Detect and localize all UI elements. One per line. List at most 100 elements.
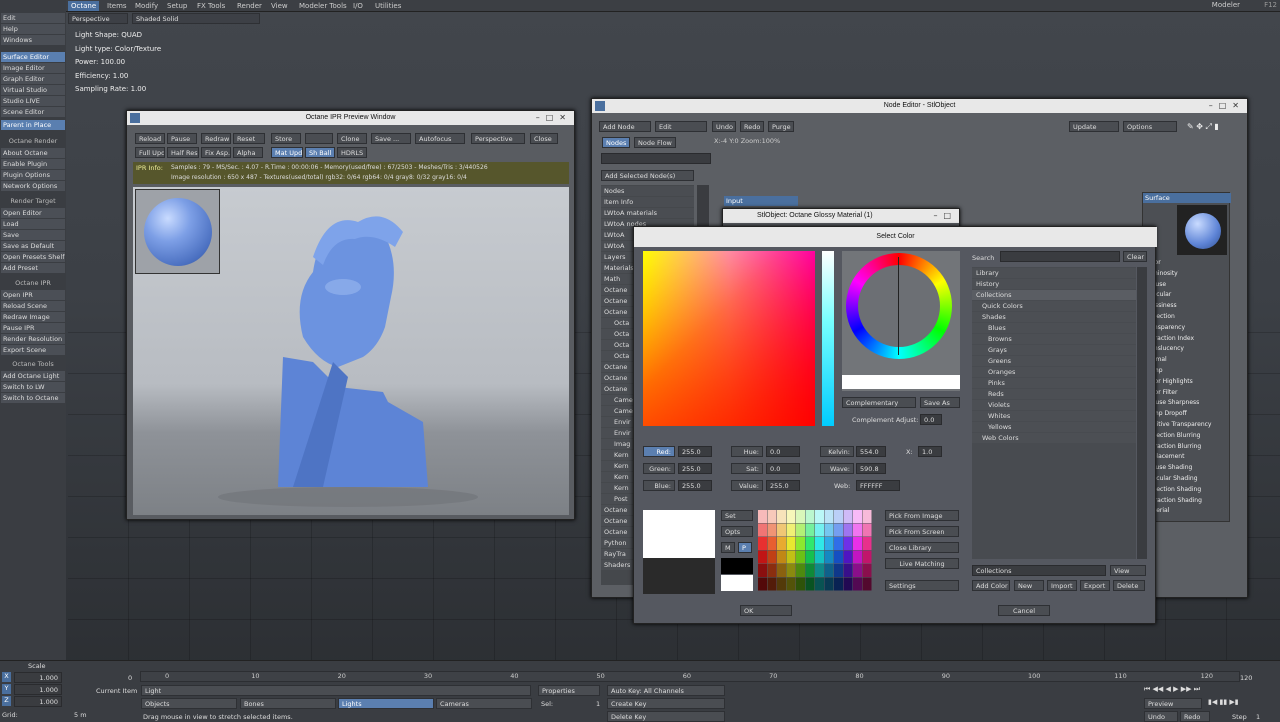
palette-swatch[interactable] xyxy=(805,577,815,591)
redo-button-bottom[interactable]: Redo xyxy=(1180,711,1210,722)
palette-swatch[interactable] xyxy=(862,577,872,591)
side-windows[interactable]: Windows xyxy=(1,35,65,45)
palette-swatch[interactable] xyxy=(862,550,872,564)
harmony-select[interactable]: Complementary xyxy=(842,397,916,408)
palette-swatch[interactable] xyxy=(758,523,767,537)
ipr-option-button[interactable]: HDRLS xyxy=(337,147,367,158)
menu-i-o[interactable]: I/O xyxy=(350,1,366,11)
ipr-option-button[interactable]: Half Res xyxy=(167,147,199,158)
palette-swatch[interactable] xyxy=(777,577,786,591)
library-item[interactable]: Browns xyxy=(972,334,1136,344)
palette-swatch[interactable] xyxy=(796,537,805,550)
surface-input[interactable]: Color Highlights xyxy=(1145,377,1229,388)
parent-in-place-button[interactable]: Parent in Place xyxy=(1,120,65,130)
autokey-select[interactable]: Auto Key: All Channels xyxy=(607,685,725,696)
sat-input[interactable]: 0.0 xyxy=(766,463,800,474)
x-axis-label[interactable]: X xyxy=(2,672,11,682)
playback-controls[interactable]: ⏮ ◀◀ ◀ ▶ ▶▶ ⏭ xyxy=(1144,685,1256,696)
palette-swatch[interactable] xyxy=(758,550,767,564)
scale-x-input[interactable]: 1.000 xyxy=(14,672,62,683)
side-command[interactable]: About Octane xyxy=(1,148,65,158)
green-input[interactable]: 255.0 xyxy=(678,463,712,474)
undo-button-bottom[interactable]: Undo xyxy=(1144,711,1178,722)
palette-swatch[interactable] xyxy=(796,564,805,577)
bones-button[interactable]: Bones xyxy=(240,698,336,709)
palette-swatch[interactable] xyxy=(805,537,815,550)
palette-swatch[interactable] xyxy=(758,510,767,523)
surface-input[interactable]: Reflection xyxy=(1145,312,1229,323)
palette-swatch[interactable] xyxy=(843,510,853,523)
surface-input[interactable]: Material xyxy=(1145,506,1229,517)
side-command[interactable]: Open Editor xyxy=(1,208,65,218)
palette-swatch[interactable] xyxy=(853,564,862,577)
update-button[interactable]: Update xyxy=(1069,121,1119,132)
palette-swatch[interactable] xyxy=(815,564,824,577)
ipr-toolbar-button[interactable]: Autofocus xyxy=(415,133,465,144)
lights-button[interactable]: Lights xyxy=(338,698,434,709)
render-view[interactable] xyxy=(133,187,569,515)
delete-button[interactable]: Delete xyxy=(1113,580,1145,591)
library-search-input[interactable] xyxy=(1000,251,1120,262)
palette-swatch[interactable] xyxy=(862,564,872,577)
ok-button[interactable]: OK xyxy=(740,605,792,616)
ipr-option-button[interactable]: Fix Asp. xyxy=(201,147,231,158)
side-command[interactable]: Open IPR xyxy=(1,290,65,300)
add-color-button[interactable]: Add Color xyxy=(972,580,1010,591)
z-axis-label[interactable]: Z xyxy=(2,696,11,706)
palette-swatch[interactable] xyxy=(815,577,824,591)
x-input[interactable]: 1.0 xyxy=(918,446,942,457)
surface-input[interactable]: Bump Dropoff xyxy=(1145,409,1229,420)
menu-octane[interactable]: Octane xyxy=(68,1,100,11)
save-as-button[interactable]: Save As xyxy=(920,397,960,408)
side-command[interactable]: Render Resolution xyxy=(1,334,65,344)
scale-y-input[interactable]: 1.000 xyxy=(14,684,62,695)
palette-swatch[interactable] xyxy=(843,577,853,591)
view-button[interactable]: View xyxy=(1110,565,1146,576)
palette-swatch[interactable] xyxy=(834,550,843,564)
palette-swatch[interactable] xyxy=(786,523,796,537)
side-command[interactable]: Export Scene xyxy=(1,345,65,355)
surface-input[interactable]: Diffuse Sharpness xyxy=(1145,398,1229,409)
color-wheel-panel[interactable] xyxy=(842,251,960,391)
window-controls[interactable]: –□✕ xyxy=(536,111,572,125)
window-controls[interactable]: –□✕ xyxy=(1209,99,1245,113)
menu-utilities[interactable]: Utilities xyxy=(372,1,404,11)
set-button[interactable]: Set xyxy=(721,510,753,521)
green-label[interactable]: Green: xyxy=(643,463,675,474)
side-command[interactable]: Save as Default xyxy=(1,241,65,251)
ipr-toolbar-button[interactable]: Pause xyxy=(167,133,197,144)
saturation-value-field[interactable] xyxy=(643,251,815,426)
surface-input[interactable]: Replacement xyxy=(1145,452,1229,463)
palette-swatch[interactable] xyxy=(786,564,796,577)
palette-swatch[interactable] xyxy=(796,523,805,537)
create-key-button[interactable]: Create Key xyxy=(607,698,725,709)
web-input[interactable]: FFFFFF xyxy=(856,480,900,491)
ipr-option-button[interactable]: Full Upd. xyxy=(135,147,165,158)
side-command[interactable]: Pause IPR xyxy=(1,323,65,333)
surface-input[interactable]: Glossiness xyxy=(1145,301,1229,312)
kelvin-label[interactable]: Kelvin: xyxy=(820,446,854,457)
ipr-toolbar-button[interactable]: Perspective xyxy=(471,133,525,144)
red-label[interactable]: Red: xyxy=(643,446,675,457)
value-label[interactable]: Value: xyxy=(731,480,763,491)
side-command[interactable]: Switch to LW xyxy=(1,382,65,392)
palette-swatch[interactable] xyxy=(796,550,805,564)
new-button[interactable]: New xyxy=(1014,580,1044,591)
collection-select[interactable]: Collections xyxy=(972,565,1106,576)
palette-swatch[interactable] xyxy=(815,537,824,550)
side-command[interactable]: Save xyxy=(1,230,65,240)
color-palette[interactable] xyxy=(758,510,880,594)
edit-menu-button[interactable]: Edit xyxy=(655,121,707,132)
kelvin-input[interactable]: 554.0 xyxy=(856,446,886,457)
side-window-item[interactable]: Surface EditorF5 xyxy=(1,52,65,62)
palette-swatch[interactable] xyxy=(843,523,853,537)
live-matching-button[interactable]: Live Matching xyxy=(885,558,959,569)
palette-swatch[interactable] xyxy=(786,537,796,550)
opts-button[interactable]: Opts xyxy=(721,526,753,537)
hue-wheel[interactable] xyxy=(846,253,952,359)
palette-swatch[interactable] xyxy=(815,510,824,523)
surface-input[interactable]: Translucency xyxy=(1145,344,1229,355)
side-help[interactable]: Help xyxy=(1,24,65,34)
surface-input[interactable]: Additive Transparency xyxy=(1145,420,1229,431)
palette-swatch[interactable] xyxy=(824,537,834,550)
